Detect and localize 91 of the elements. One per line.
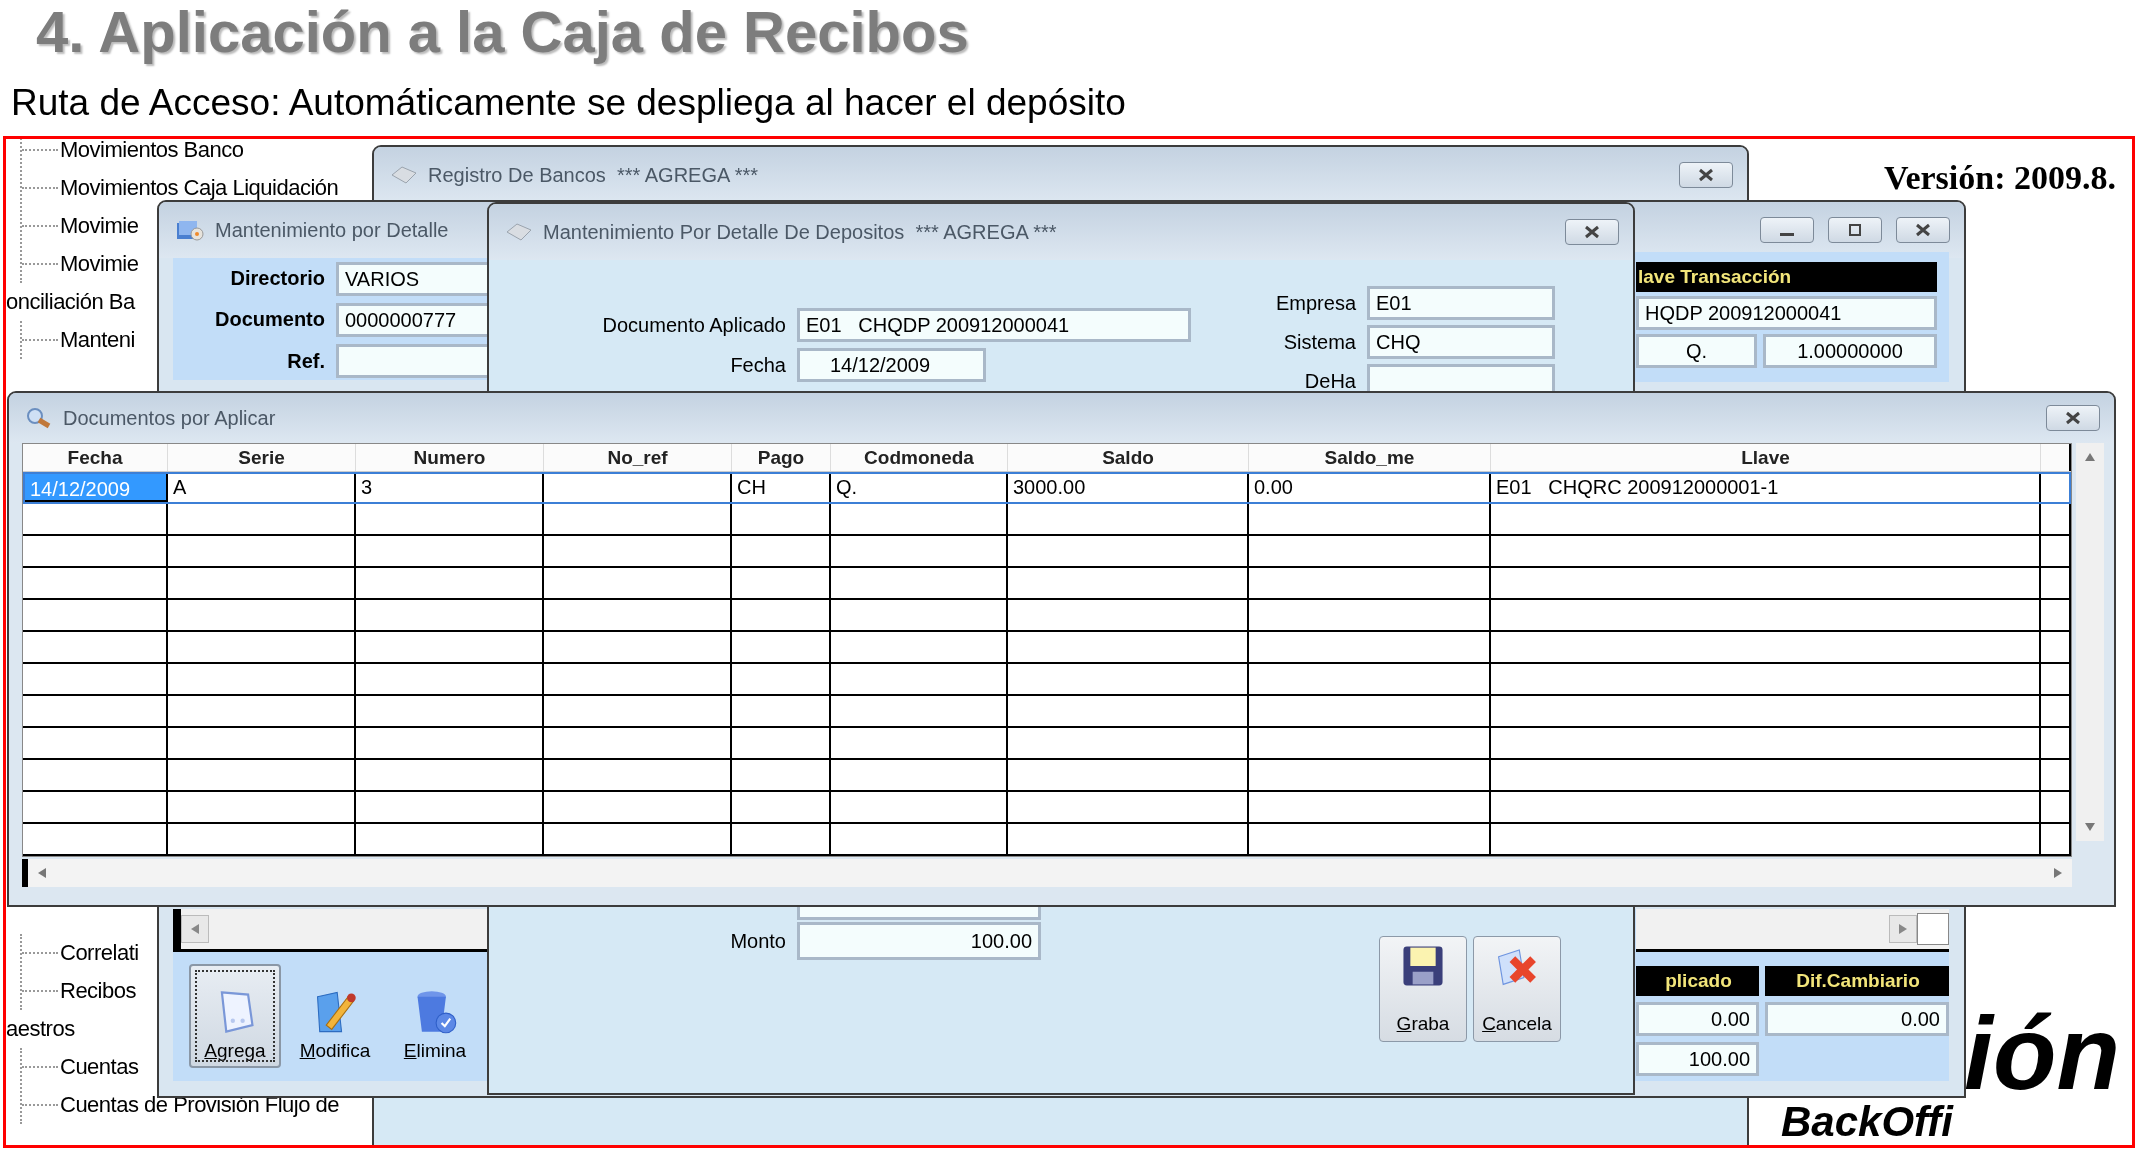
toolbar-button[interactable]: Agrega (189, 964, 281, 1068)
gem-icon (390, 164, 418, 186)
version-label: Versión: 2009.8. (1884, 159, 2117, 197)
page-title: 4. Aplicación a la Caja de Recibos (35, 0, 970, 66)
window-title: Mantenimiento por Detalle (215, 218, 449, 242)
scroll-marker (22, 859, 28, 887)
close-button[interactable] (1679, 162, 1733, 188)
page-subtitle: Ruta de Acceso: Automáticamente se despliega al hacer el depósito (10, 81, 1127, 125)
input-field[interactable]: HQDP 200912000041 (1636, 296, 1937, 330)
logo-text: ión (1964, 1001, 2120, 1105)
logo-text: BackOffi (1781, 1101, 1953, 1143)
input-field[interactable]: E01 CHQDP 200912000041 (797, 308, 1191, 342)
table-cell: 3 (356, 472, 544, 502)
input-field[interactable]: 1.00000000 (1763, 334, 1937, 368)
scroll-left-button[interactable] (181, 915, 209, 943)
scroll-marker (173, 909, 181, 949)
column-header: Saldo (1008, 444, 1249, 471)
scrollbar[interactable] (1636, 909, 1949, 952)
table-cell: 0.00 (1249, 472, 1491, 502)
close-button[interactable] (1565, 219, 1619, 245)
window-title: Mantenimiento Por Detalle De Depositos *** AGREGA *** (543, 220, 1057, 244)
close-button[interactable] (1896, 217, 1950, 243)
field-label: Sistema (1283, 330, 1356, 354)
column-header: Saldo_me (1249, 444, 1491, 471)
field-label: Ref. (286, 349, 325, 373)
magnifier-icon (25, 406, 53, 430)
toolbar-button[interactable]: Elimina (389, 964, 481, 1068)
table-row[interactable]: 14/12/2009 A 3 CH Q. 3000.00 0.00 E01 CHQRC 200912000001-1 (23, 472, 2071, 504)
column-header: Dif.Cambiario (1765, 966, 1949, 996)
folder-gear-icon (175, 218, 205, 242)
left-triangle-icon (191, 924, 199, 934)
close-icon (1582, 225, 1602, 239)
table-cell: CH (732, 472, 831, 502)
close-icon (1696, 168, 1716, 182)
column-header: Llave (1491, 444, 2041, 471)
minimize-button[interactable] (1760, 217, 1814, 243)
tree-item[interactable]: Movimie (60, 245, 139, 283)
scroll-right-button[interactable] (1889, 915, 1917, 943)
field-label: DeHa (1304, 369, 1356, 393)
close-icon (1913, 223, 1933, 237)
column-header: Fecha (23, 444, 168, 471)
table-cell: E01 CHQRC 200912000001-1 (1491, 472, 2041, 502)
input-field[interactable]: 0.00 (1765, 1002, 1949, 1036)
table-cell: Q. (831, 472, 1008, 502)
field-label: Monto (730, 929, 786, 953)
input-field[interactable]: Q. (1636, 334, 1757, 368)
field-label: Directorio (229, 267, 325, 291)
table-cell: 14/12/2009 (23, 472, 168, 502)
left-triangle-icon (38, 868, 46, 878)
minimize-icon (1780, 232, 1794, 236)
tree-item[interactable]: Movimie (60, 207, 139, 245)
right-triangle-icon (1899, 924, 1907, 934)
field-label: Documento Aplicado (602, 313, 786, 337)
tree-item[interactable]: Manteni (60, 321, 135, 359)
column-header: Numero (356, 444, 544, 471)
scrollbar[interactable] (22, 859, 2072, 887)
up-triangle-icon (2085, 453, 2095, 461)
field-label: Empresa (1275, 291, 1356, 315)
tree-item[interactable]: Recibos (60, 972, 136, 1010)
scroll-corner (1917, 913, 1949, 945)
table-cell: A (168, 472, 356, 502)
tree-item[interactable]: Movimientos Banco (60, 139, 244, 169)
column-header: No_ref (544, 444, 732, 471)
close-button[interactable] (2046, 405, 2100, 431)
column-header: Serie (168, 444, 356, 471)
column-header: plicado (1636, 966, 1759, 996)
column-header: Codmoneda (831, 444, 1008, 471)
column-header: lave Transacción (1636, 262, 1937, 292)
tree-item[interactable]: Correlati (60, 934, 139, 972)
field-label: Documento (214, 308, 325, 332)
right-triangle-icon (2054, 868, 2062, 878)
input-field[interactable]: 100.00 (797, 922, 1041, 960)
maximize-button[interactable] (1828, 217, 1882, 243)
input-field[interactable]: E01 (1367, 286, 1555, 320)
input-field[interactable]: 0.00 (1636, 1002, 1759, 1036)
column-header: Pago (732, 444, 831, 471)
down-triangle-icon (2085, 823, 2095, 831)
action-button[interactable]: Graba (1379, 936, 1467, 1042)
table-cell: 3000.00 (1008, 472, 1249, 502)
input-field[interactable]: 100.00 (1636, 1042, 1759, 1076)
field-label: Fecha (730, 353, 786, 377)
input-field[interactable]: 14/12/2009 (797, 348, 986, 382)
close-icon (2063, 411, 2083, 425)
toolbar-button[interactable]: Modifica (289, 964, 381, 1068)
gem-icon (505, 221, 533, 243)
input-field[interactable]: CHQ (1367, 325, 1555, 359)
scrollbar[interactable] (2076, 443, 2104, 841)
action-button[interactable]: Cancela (1473, 936, 1561, 1042)
tree-item[interactable]: Cuentas (60, 1048, 139, 1086)
window-title: Registro De Bancos *** AGREGA *** (428, 163, 759, 187)
window-title: Documentos por Aplicar (63, 406, 276, 430)
